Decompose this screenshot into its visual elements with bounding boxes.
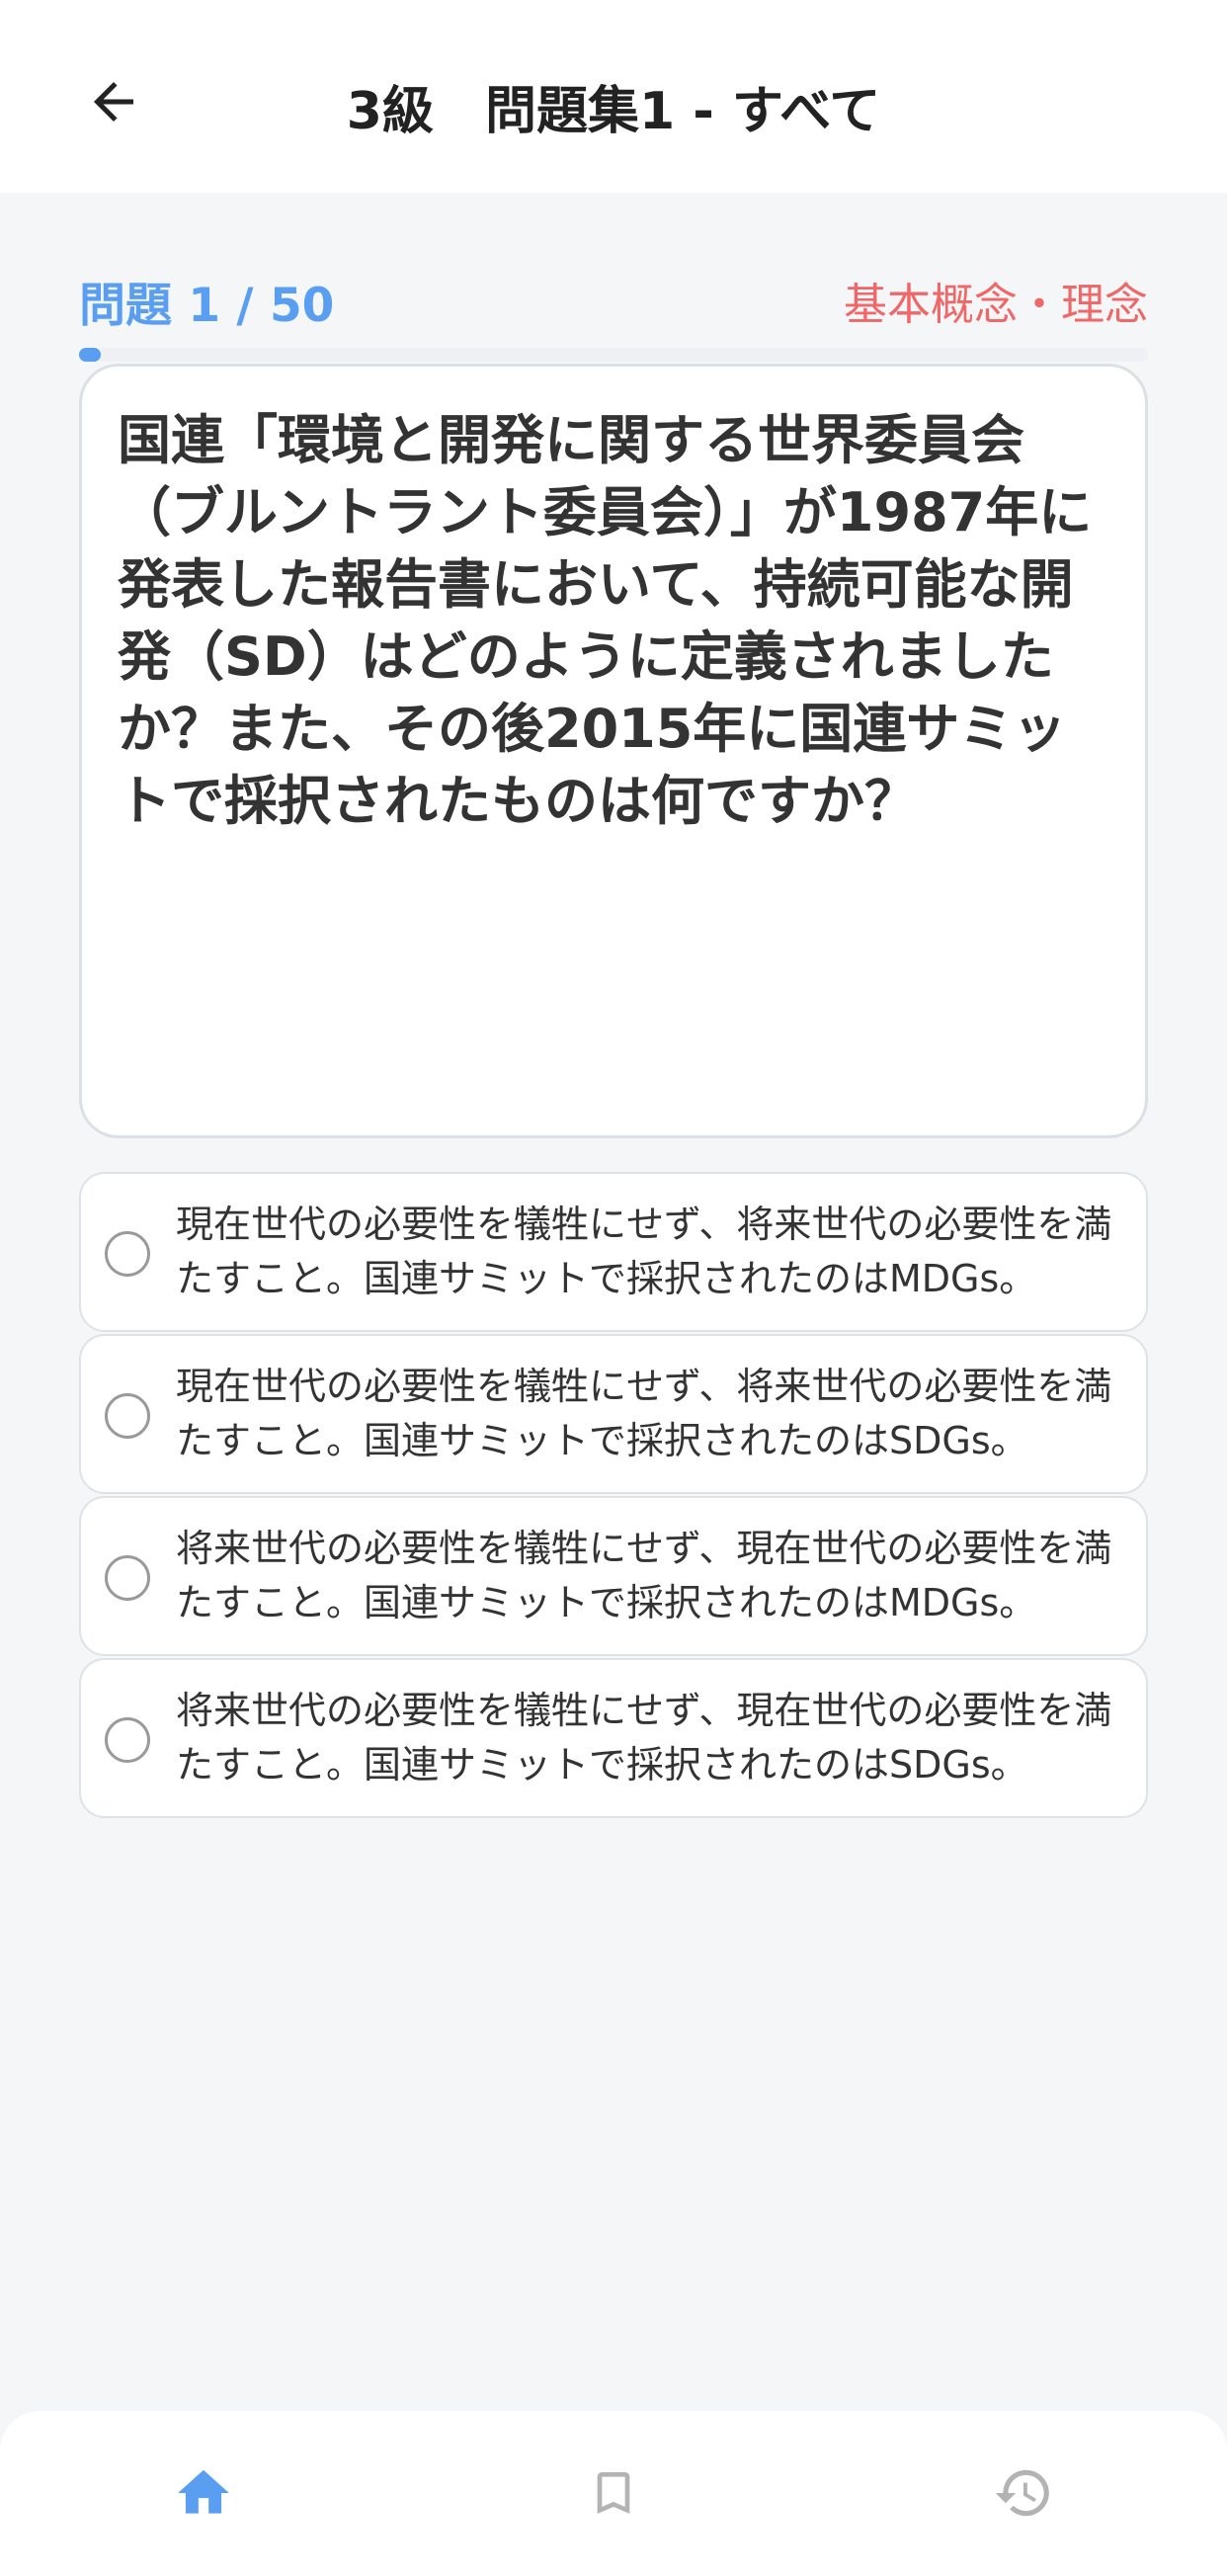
answer-choice-1[interactable]: 現在世代の必要性を犠牲にせず、将来世代の必要性を満たすこと。国連サミットで採択さ… <box>79 1172 1148 1332</box>
nav-home[interactable] <box>169 2458 238 2528</box>
choice-text: 将来世代の必要性を犠牲にせず、現在世代の必要性を満たすこと。国連サミットで採択さ… <box>176 1689 1112 1787</box>
progress-header: 問題 1 / 50 基本概念・理念 <box>79 267 1148 336</box>
answer-choice-3[interactable]: 将来世代の必要性を犠牲にせず、現在世代の必要性を満たすこと。国連サミットで採択さ… <box>79 1496 1148 1656</box>
question-text: 国連「環境と開発に関する世界委員会（ブルントラント委員会）」が1987年に発表し… <box>118 409 1093 832</box>
radio-icon[interactable] <box>105 1231 150 1277</box>
radio-icon[interactable] <box>105 1717 150 1763</box>
history-icon <box>995 2469 1049 2517</box>
radio-icon[interactable] <box>105 1555 150 1601</box>
answer-choices: 現在世代の必要性を犠牲にせず、将来世代の必要性を満たすこと。国連サミットで採択さ… <box>79 1172 1148 1820</box>
app-header: 3級 問題集1 - すべて <box>0 0 1227 193</box>
answer-choice-4[interactable]: 将来世代の必要性を犠牲にせず、現在世代の必要性を満たすこと。国連サミットで採択さ… <box>79 1658 1148 1818</box>
bottom-navigation <box>0 2411 1227 2576</box>
nav-bookmark[interactable] <box>579 2458 648 2528</box>
progress-bar <box>79 348 1148 362</box>
choice-text: 現在世代の必要性を犠牲にせず、将来世代の必要性を満たすこと。国連サミットで採択さ… <box>176 1365 1112 1462</box>
page-title: 3級 問題集1 - すべて <box>346 82 881 141</box>
radio-icon[interactable] <box>105 1393 150 1439</box>
question-card: 国連「環境と開発に関する世界委員会（ブルントラント委員会）」が1987年に発表し… <box>79 364 1148 1138</box>
nav-history[interactable] <box>989 2458 1058 2528</box>
bookmark-icon <box>597 2472 630 2514</box>
choice-text: 現在世代の必要性を犠牲にせず、将来世代の必要性を満たすこと。国連サミットで採択さ… <box>176 1203 1112 1300</box>
home-icon <box>178 2469 229 2514</box>
progress-bar-fill <box>79 348 101 362</box>
question-counter: 問題 1 / 50 <box>79 279 335 333</box>
choice-text: 将来世代の必要性を犠牲にせず、現在世代の必要性を満たすこと。国連サミットで採択さ… <box>176 1527 1112 1624</box>
category-label: 基本概念・理念 <box>844 280 1148 330</box>
answer-choice-2[interactable]: 現在世代の必要性を犠牲にせず、将来世代の必要性を満たすこと。国連サミットで採択さ… <box>79 1334 1148 1494</box>
